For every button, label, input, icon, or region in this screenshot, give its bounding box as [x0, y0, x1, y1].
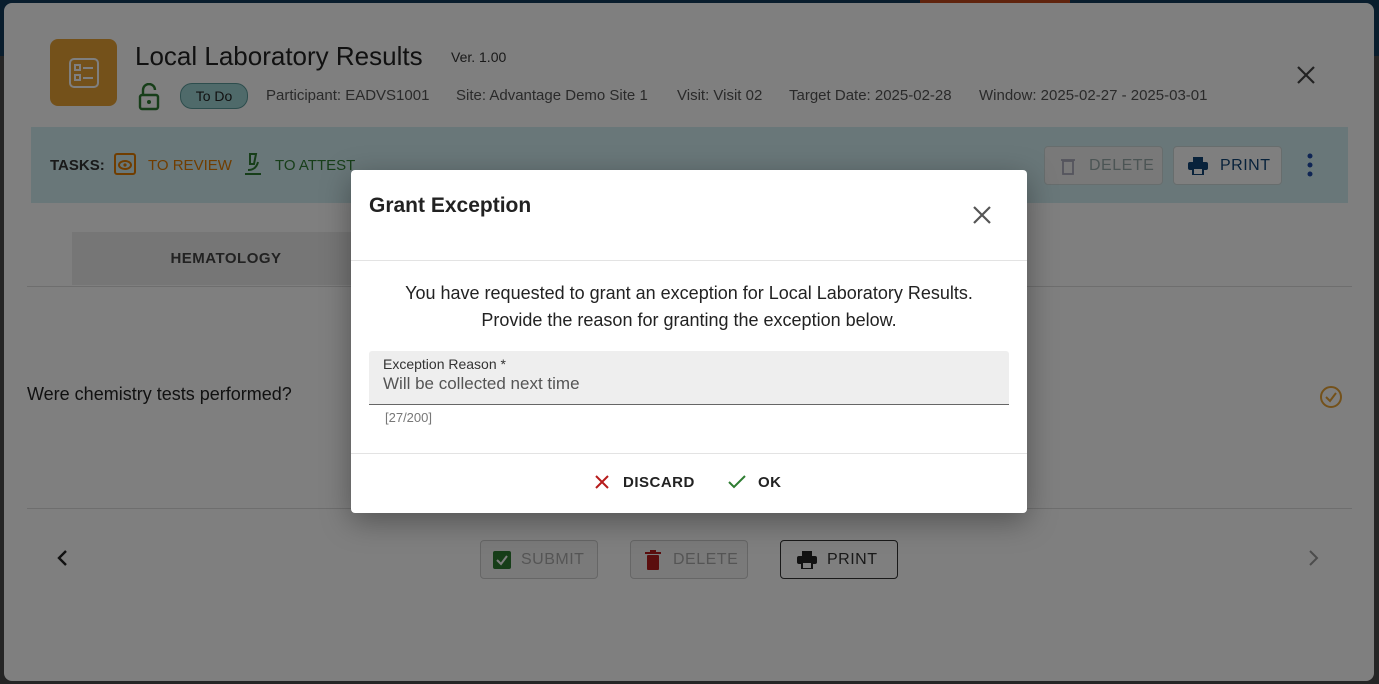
ok-button-label: OK [758, 473, 782, 491]
exception-reason-label: Exception Reason * [383, 356, 506, 372]
exception-reason-field[interactable]: Exception Reason * [369, 351, 1009, 405]
ok-button[interactable]: OK [728, 468, 782, 496]
modal-message-line2: Provide the reason for granting the exce… [481, 310, 897, 330]
grant-exception-dialog: Grant Exception You have requested to gr… [351, 170, 1027, 513]
discard-button[interactable]: DISCARD [595, 468, 695, 496]
check-icon [728, 475, 746, 489]
character-counter: [27/200] [385, 410, 432, 425]
divider [351, 453, 1027, 454]
modal-title: Grant Exception [369, 194, 532, 217]
close-icon[interactable] [971, 204, 993, 226]
close-icon [595, 475, 609, 489]
discard-button-label: DISCARD [623, 473, 695, 491]
modal-message-line1: You have requested to grant an exception… [405, 283, 973, 303]
exception-reason-input[interactable] [383, 374, 983, 394]
divider [351, 260, 1027, 261]
modal-message: You have requested to grant an exception… [351, 280, 1027, 334]
